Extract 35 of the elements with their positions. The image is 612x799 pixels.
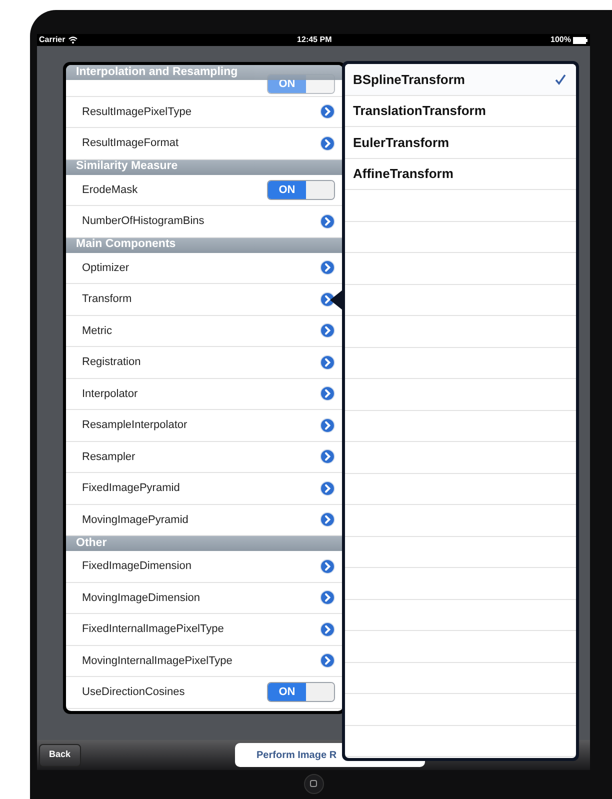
battery-label: 100% <box>550 34 571 46</box>
wifi-icon <box>68 36 78 44</box>
checkmark-icon <box>555 74 566 85</box>
section-header: Other <box>66 536 343 551</box>
setting-label: Interpolator <box>82 386 138 402</box>
setting-label: ResampleInterpolator <box>82 418 188 433</box>
setting-label: FixedInternalImagePixelType <box>82 622 224 637</box>
clock-label: 12:45 PM <box>297 34 332 46</box>
option-item[interactable]: TranslationTransform <box>345 96 576 127</box>
setting-label: Metric <box>82 324 112 338</box>
toggle-switch[interactable]: ON <box>267 682 335 702</box>
carrier-label: Carrier <box>39 34 66 46</box>
setting-label: Resampler <box>82 450 136 464</box>
setting-label: FixedImagePyramid <box>82 481 180 496</box>
option-item[interactable]: BSplineTransform <box>345 64 576 96</box>
toggle-switch[interactable]: ON <box>267 180 335 200</box>
back-button[interactable]: Back <box>39 744 81 766</box>
setting-label: ErodeMask <box>82 182 138 198</box>
setting-label: MovingImageDimension <box>82 590 200 606</box>
setting-label: UseDirectionCosines <box>82 685 185 700</box>
setting-label: FixedImageDimension <box>82 559 192 574</box>
setting-label: Registration <box>82 355 141 370</box>
home-button[interactable] <box>304 774 324 794</box>
setting-label: NumberOfHistogramBins <box>82 214 204 229</box>
setting-label: ResultImagePixelType <box>82 104 192 120</box>
setting-label: MovingImagePyramid <box>82 512 188 528</box>
setting-label: Optimizer <box>82 260 130 276</box>
section-header: Main Components <box>66 238 343 252</box>
section-header: Interpolation and Resampling <box>66 65 343 80</box>
battery-icon <box>573 36 588 44</box>
setting-label: MovingInternalImagePixelType <box>82 654 232 668</box>
setting-label: Transform <box>82 292 132 307</box>
setting-label: ResultImageFormat <box>82 136 179 151</box>
option-item[interactable]: AffineTransform <box>345 158 576 190</box>
section-header: Similarity Measure <box>66 160 343 174</box>
